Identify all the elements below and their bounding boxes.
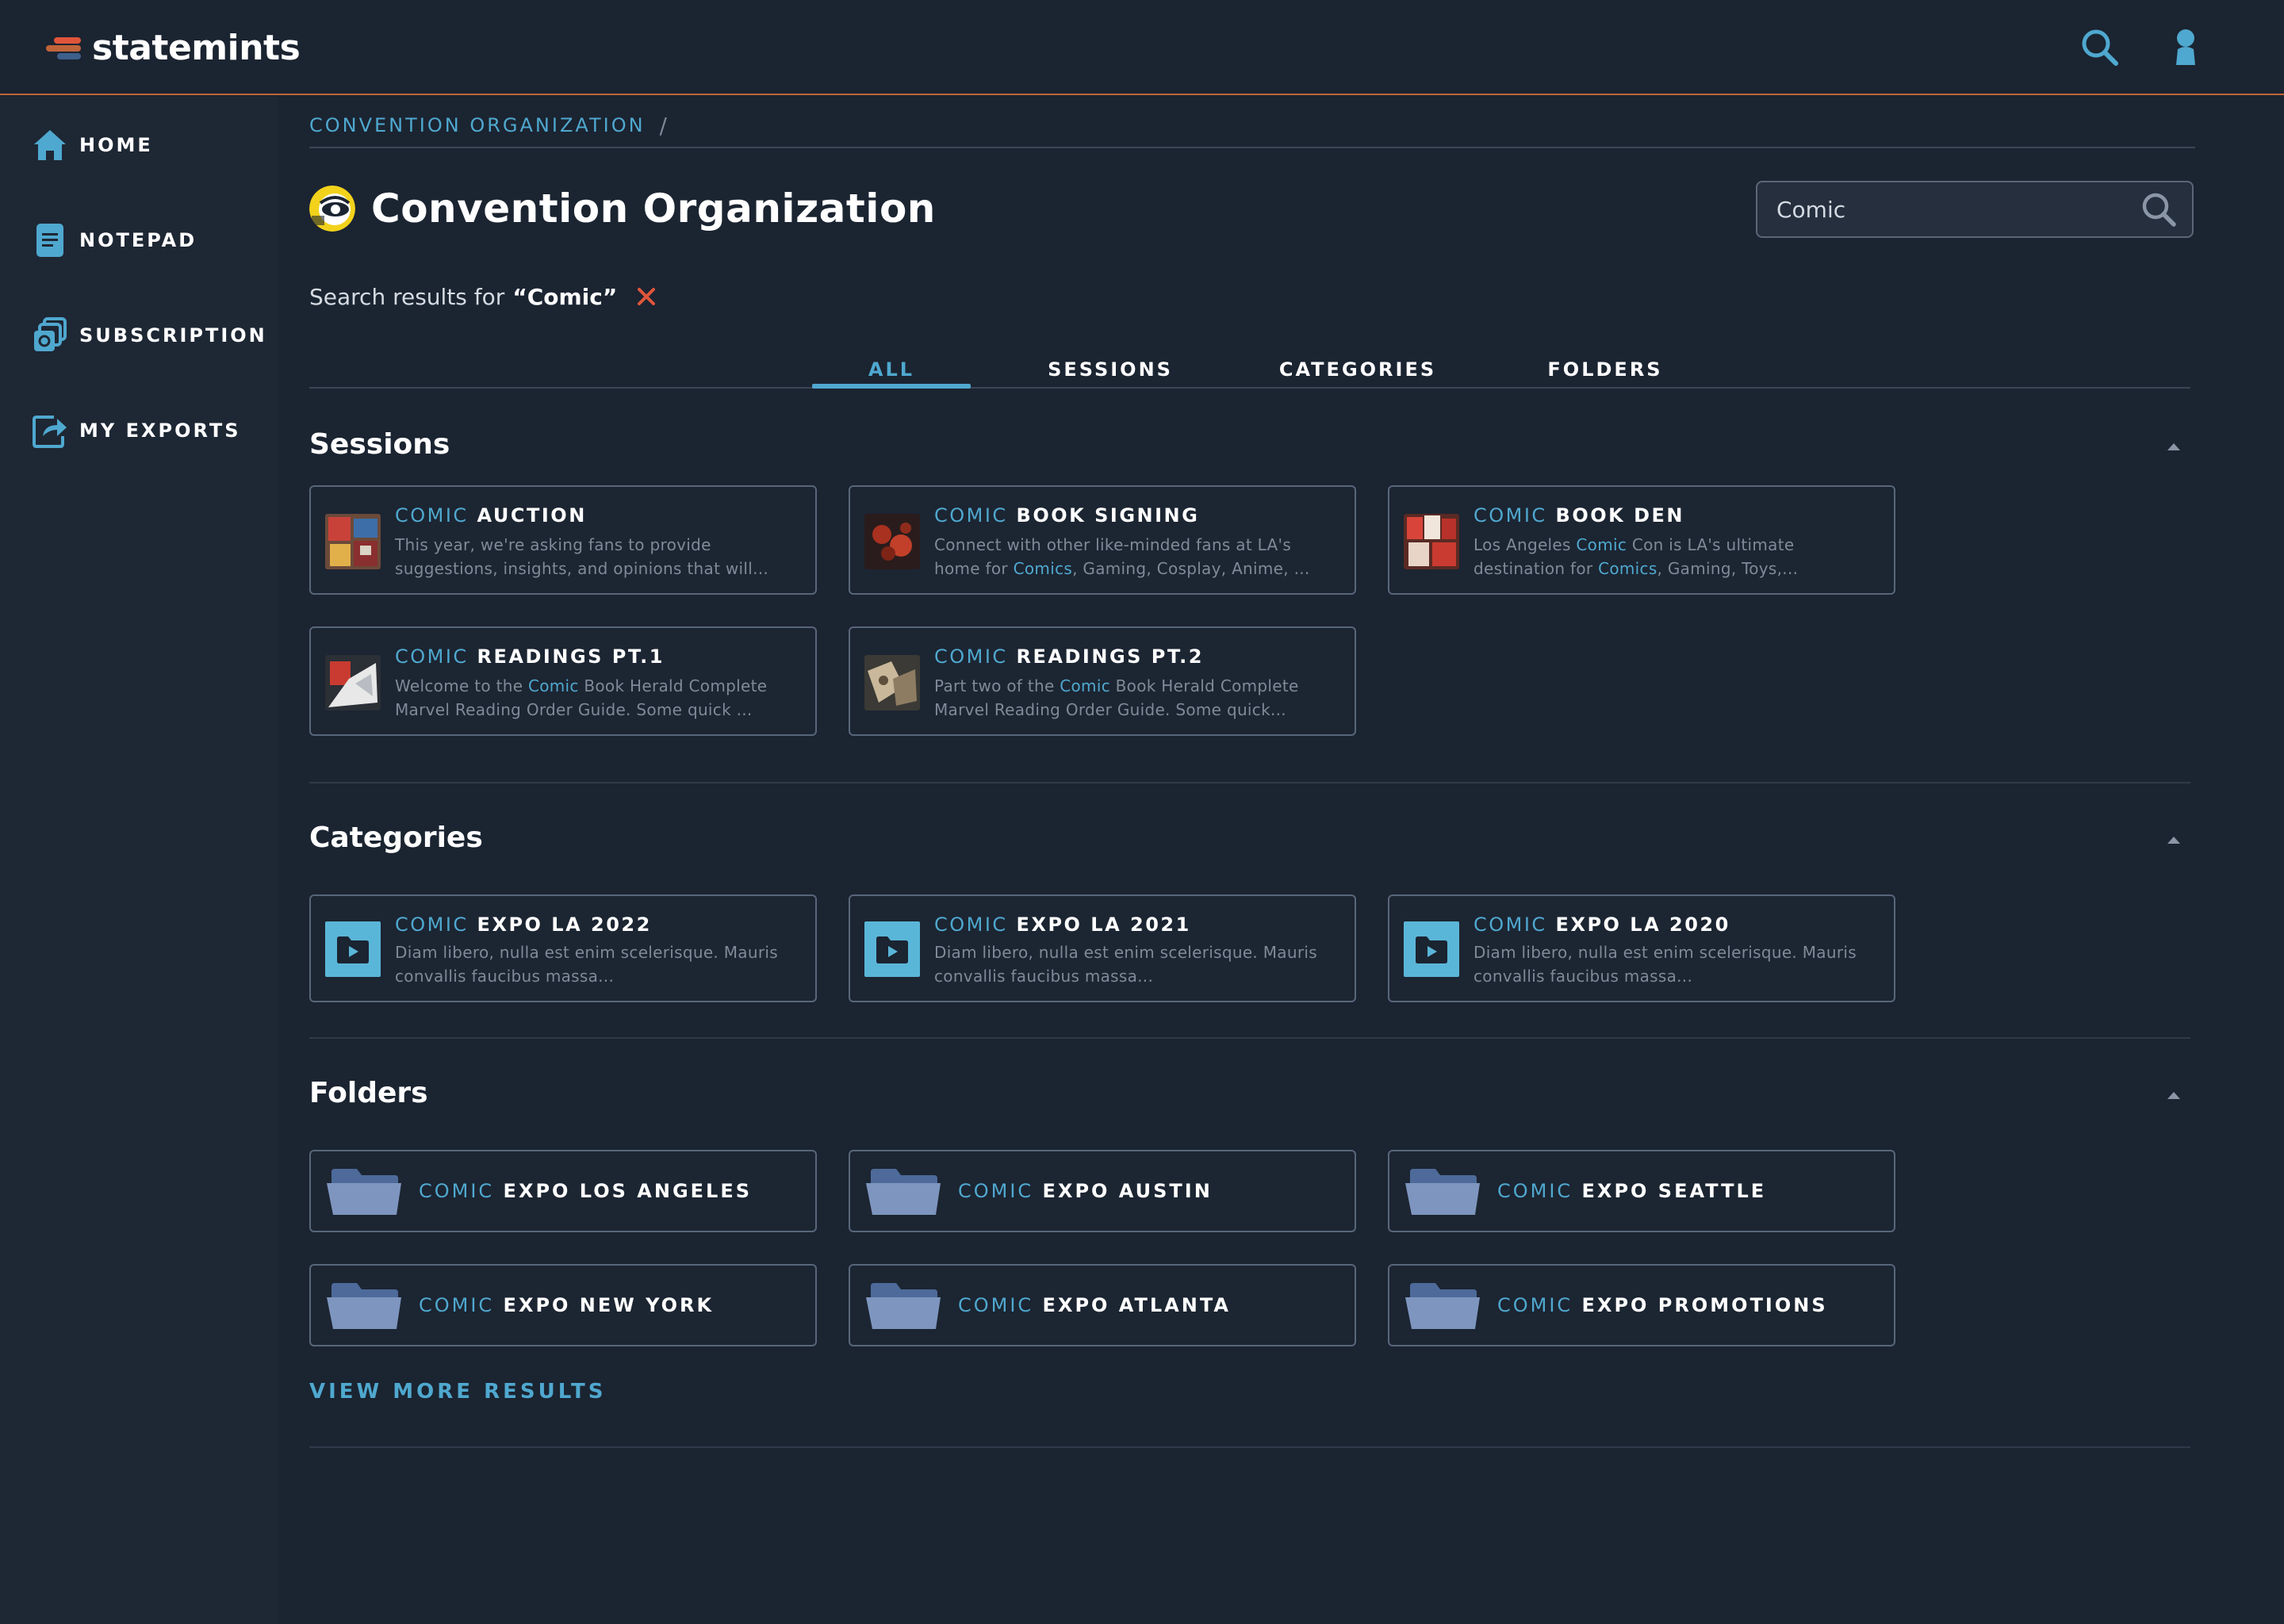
breadcrumb-separator: / [659,112,667,139]
session-card[interactable]: COMIC BOOK SIGNING Connect with other li… [849,485,1356,595]
session-thumbnail [325,514,381,569]
page-title: Convention Organization [371,186,936,232]
active-tab-indicator [812,384,971,389]
tab-sessions[interactable]: SESSIONS [1031,358,1190,387]
breadcrumb: CONVENTION ORGANIZATION / [309,109,667,141]
folder-icon [1404,1167,1483,1216]
session-thumbnail [864,655,920,710]
breadcrumb-divider [309,147,2195,148]
video-folder-icon [325,921,381,977]
category-title: COMIC EXPO LA 2022 [395,914,652,936]
results-prefix: Search results for [309,283,505,310]
brand-name: statemints [92,27,301,68]
clear-search-icon[interactable] [634,285,658,308]
folder-title: COMIC EXPO SEATTLE [1497,1180,1767,1202]
breadcrumb-item[interactable]: CONVENTION ORGANIZATION [309,114,646,136]
folder-card[interactable]: COMIC EXPO AUSTIN [849,1150,1356,1232]
session-title: COMIC BOOK DEN [1473,504,1685,527]
sidebar-item-subscription[interactable]: SUBSCRIPTION [32,316,267,355]
session-thumbnail [325,655,381,710]
convention-logo-icon [309,186,355,232]
sidebar-item-my-exports[interactable]: MY EXPORTS [32,411,241,450]
folder-icon [325,1281,404,1331]
results-query: “Comic” [512,283,618,310]
tab-all[interactable]: ALL [812,358,971,387]
view-more-results-link[interactable]: VIEW MORE RESULTS [309,1380,606,1404]
tab-folders[interactable]: FOLDERS [1526,358,1684,387]
sidebar-item-notepad[interactable]: NOTEPAD [32,220,197,260]
page-header: Convention Organization [309,181,936,236]
folder-title: COMIC EXPO AUSTIN [958,1180,1213,1202]
folder-icon [1404,1281,1483,1331]
collapse-categories-icon[interactable] [2165,833,2182,845]
search-results-summary: Search results for “Comic” [309,281,658,312]
folder-card[interactable]: COMIC EXPO PROMOTIONS [1388,1264,1895,1346]
folder-title: COMIC EXPO ATLANTA [958,1294,1231,1316]
video-folder-icon [1404,921,1459,977]
search-icon[interactable] [2140,190,2178,228]
folder-icon [325,1167,404,1216]
session-card[interactable]: COMIC AUCTION This year, we're asking fa… [309,485,817,595]
session-title: COMIC AUCTION [395,504,587,527]
section-title-categories: Categories [309,822,483,854]
session-description: Welcome to the Comic Book Herald Complet… [395,676,768,719]
folder-card[interactable]: COMIC EXPO ATLANTA [849,1264,1356,1346]
category-card[interactable]: COMIC EXPO LA 2020 Diam libero, nulla es… [1388,894,1895,1002]
category-description: Diam libero, nulla est enim scelerisque.… [934,943,1317,986]
category-title: COMIC EXPO LA 2020 [1473,914,1730,936]
section-divider [309,1446,2190,1448]
search-input[interactable] [1757,182,2140,236]
sidebar-item-home[interactable]: HOME [32,125,153,165]
home-icon [32,127,68,163]
tab-categories[interactable]: CATEGORIES [1278,358,1437,387]
folder-icon [864,1281,944,1331]
user-profile-icon[interactable] [2163,25,2208,70]
export-icon [32,412,68,449]
session-title: COMIC BOOK SIGNING [934,504,1200,527]
section-title-folders: Folders [309,1077,428,1109]
session-thumbnail [864,514,920,569]
sidebar-item-label: SUBSCRIPTION [79,324,267,347]
sidebar: HOME NOTEPAD SUBSCRIPTION MY EXPORTS [0,97,278,1624]
folder-card[interactable]: COMIC EXPO SEATTLE [1388,1150,1895,1232]
search-icon[interactable] [2078,25,2122,70]
category-description: Diam libero, nulla est enim scelerisque.… [395,943,778,986]
section-divider [309,782,2190,783]
session-description: Part two of the Comic Book Herald Comple… [934,676,1299,719]
folder-card[interactable]: COMIC EXPO NEW YORK [309,1264,817,1346]
session-card[interactable]: COMIC BOOK DEN Los Angeles Comic Con is … [1388,485,1895,595]
top-bar: statemints [0,0,2284,95]
session-title: COMIC READINGS PT.1 [395,645,665,668]
folder-icon [864,1167,944,1216]
brand-logo[interactable]: statemints [46,24,301,71]
session-description: Connect with other like-minded fans at L… [934,535,1310,578]
section-title-sessions: Sessions [309,428,450,461]
category-card[interactable]: COMIC EXPO LA 2022 Diam libero, nulla es… [309,894,817,1002]
session-card[interactable]: COMIC READINGS PT.1 Welcome to the Comic… [309,626,817,736]
session-title: COMIC READINGS PT.2 [934,645,1204,668]
folder-title: COMIC EXPO LOS ANGELES [419,1180,753,1202]
category-title: COMIC EXPO LA 2021 [934,914,1191,936]
collapse-folders-icon[interactable] [2165,1089,2182,1100]
notepad-icon [32,222,68,259]
collapse-sessions-icon[interactable] [2165,440,2182,451]
session-thumbnail [1404,514,1459,569]
category-card[interactable]: COMIC EXPO LA 2021 Diam libero, nulla es… [849,894,1356,1002]
logo-mark-icon [46,34,87,61]
sidebar-item-label: NOTEPAD [79,229,197,251]
search-box [1756,181,2194,238]
folder-title: COMIC EXPO NEW YORK [419,1294,715,1316]
tabs-divider [309,387,2190,389]
category-description: Diam libero, nulla est enim scelerisque.… [1473,943,1857,986]
folder-title: COMIC EXPO PROMOTIONS [1497,1294,1828,1316]
session-description: Los Angeles Comic Con is LA's ultimate d… [1473,535,1799,578]
video-folder-icon [864,921,920,977]
section-divider [309,1037,2190,1039]
sidebar-item-label: MY EXPORTS [79,419,241,442]
session-card[interactable]: COMIC READINGS PT.2 Part two of the Comi… [849,626,1356,736]
session-description: This year, we're asking fans to provide … [395,535,769,578]
subscription-icon [32,317,68,354]
folder-card[interactable]: COMIC EXPO LOS ANGELES [309,1150,817,1232]
sidebar-item-label: HOME [79,134,153,156]
